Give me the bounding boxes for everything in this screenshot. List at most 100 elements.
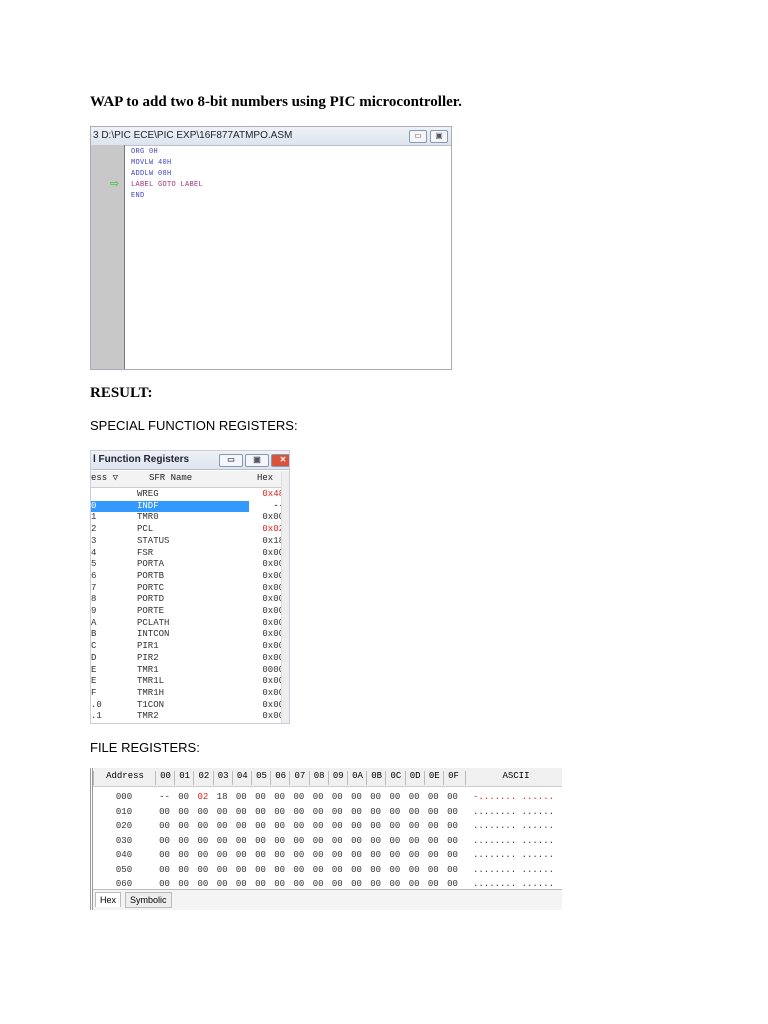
register-value[interactable]: 00	[251, 865, 270, 875]
sfr-row[interactable]: D PIR2 0x00	[91, 653, 284, 664]
close-button[interactable]: ✕	[271, 454, 289, 467]
register-value[interactable]: 00	[251, 850, 270, 860]
register-value[interactable]: 00	[251, 792, 270, 802]
sfr-row[interactable]: 8 PORTD 0x00	[91, 594, 284, 605]
register-value[interactable]: 00	[385, 821, 404, 831]
register-value[interactable]: 00	[443, 792, 462, 802]
register-value[interactable]: 00	[232, 836, 251, 846]
register-value[interactable]: 00	[213, 879, 232, 889]
register-value[interactable]: 00	[155, 879, 174, 889]
sfr-row[interactable]: .0 T1CON 0x00	[91, 700, 284, 711]
sfr-row[interactable]: E TMR1 0000	[91, 665, 284, 676]
register-value[interactable]: 00	[405, 821, 424, 831]
sfr-row[interactable]: 4 FSR 0x00	[91, 548, 284, 559]
register-value[interactable]: 00	[270, 850, 289, 860]
sfr-row[interactable]: WREG 0x48	[91, 489, 284, 500]
register-value[interactable]: 00	[309, 792, 328, 802]
register-value[interactable]: 00	[328, 807, 347, 817]
register-value[interactable]: 00	[193, 865, 212, 875]
register-value[interactable]: 18	[213, 792, 232, 802]
register-value[interactable]: 00	[251, 807, 270, 817]
register-value[interactable]: 00	[251, 879, 270, 889]
register-value[interactable]: 00	[174, 879, 193, 889]
scrollbar[interactable]	[281, 471, 289, 723]
register-value[interactable]: 00	[366, 821, 385, 831]
sfr-row[interactable]: B INTCON 0x00	[91, 629, 284, 640]
register-value[interactable]: 00	[424, 865, 443, 875]
register-value[interactable]: 00	[213, 807, 232, 817]
register-value[interactable]: 00	[213, 836, 232, 846]
sfr-row[interactable]: 7 PORTC 0x00	[91, 583, 284, 594]
sfr-row[interactable]: F TMR1H 0x00	[91, 688, 284, 699]
register-value[interactable]: 00	[366, 792, 385, 802]
register-value[interactable]: 00	[405, 865, 424, 875]
register-value[interactable]: 00	[289, 807, 308, 817]
register-value[interactable]: 00	[309, 821, 328, 831]
register-value[interactable]: 00	[309, 865, 328, 875]
code-line[interactable]: LABEL GOTO LABEL	[131, 181, 203, 189]
register-value[interactable]: 00	[289, 879, 308, 889]
register-value[interactable]: 00	[193, 879, 212, 889]
register-value[interactable]: 00	[347, 792, 366, 802]
sfr-row[interactable]: 1 TMR0 0x00	[91, 512, 284, 523]
code-line[interactable]: ADDLW 08H	[131, 170, 172, 178]
register-value[interactable]: 00	[232, 865, 251, 875]
sfr-row[interactable]: 3 STATUS 0x18	[91, 536, 284, 547]
register-value[interactable]: 00	[232, 821, 251, 831]
register-value[interactable]: 00	[385, 850, 404, 860]
register-value[interactable]: 00	[385, 792, 404, 802]
register-value[interactable]: 00	[251, 821, 270, 831]
register-value[interactable]: 00	[270, 836, 289, 846]
register-value[interactable]: 00	[251, 836, 270, 846]
register-value[interactable]: 00	[443, 807, 462, 817]
register-value[interactable]: 00	[174, 821, 193, 831]
maximize-button[interactable]: ▣	[430, 130, 448, 143]
register-value[interactable]: 00	[424, 792, 443, 802]
register-value[interactable]: 00	[328, 850, 347, 860]
register-value[interactable]: 00	[328, 836, 347, 846]
register-value[interactable]: 00	[213, 821, 232, 831]
register-value[interactable]: 00	[270, 821, 289, 831]
sfr-row[interactable]: E TMR1L 0x00	[91, 676, 284, 687]
register-value[interactable]: 00	[405, 792, 424, 802]
minimize-button[interactable]: ▭	[219, 454, 243, 467]
register-value[interactable]: 00	[232, 792, 251, 802]
register-value[interactable]: 00	[385, 879, 404, 889]
register-value[interactable]: 00	[443, 821, 462, 831]
register-value[interactable]: 00	[366, 850, 385, 860]
register-value[interactable]: 00	[424, 821, 443, 831]
register-value[interactable]: 00	[270, 879, 289, 889]
register-value[interactable]: 00	[174, 807, 193, 817]
register-value[interactable]: 00	[328, 821, 347, 831]
register-value[interactable]: 00	[347, 850, 366, 860]
sfr-row[interactable]: .1 TMR2 0x00	[91, 711, 284, 722]
register-value[interactable]: 00	[155, 821, 174, 831]
register-value[interactable]: 00	[385, 865, 404, 875]
register-value[interactable]: 00	[309, 836, 328, 846]
register-value[interactable]: 00	[193, 807, 212, 817]
code-line[interactable]: ORG 0H	[131, 148, 158, 156]
minimize-button[interactable]: ▭	[409, 130, 427, 143]
register-value[interactable]: 00	[366, 807, 385, 817]
register-value[interactable]: 00	[328, 865, 347, 875]
register-value[interactable]: 00	[193, 850, 212, 860]
register-value[interactable]: 00	[405, 836, 424, 846]
register-value[interactable]: 00	[232, 807, 251, 817]
register-value[interactable]: 00	[213, 865, 232, 875]
sfr-row[interactable]: 9 PORTE 0x00	[91, 606, 284, 617]
sfr-row[interactable]: 0 INDF --	[91, 500, 284, 512]
register-value[interactable]: 00	[347, 865, 366, 875]
register-value[interactable]: 00	[309, 879, 328, 889]
register-value[interactable]: 00	[385, 807, 404, 817]
tab-symbolic[interactable]: Symbolic	[125, 892, 172, 908]
register-value[interactable]: 00	[328, 792, 347, 802]
register-value[interactable]: 00	[155, 850, 174, 860]
register-value[interactable]: 00	[270, 792, 289, 802]
hex-column-header[interactable]: Hex	[257, 473, 273, 483]
register-value[interactable]: 00	[443, 836, 462, 846]
register-value[interactable]: 00	[213, 850, 232, 860]
register-value[interactable]: 00	[443, 879, 462, 889]
register-value[interactable]: 00	[155, 865, 174, 875]
address-column-header[interactable]: ess ▽	[91, 473, 118, 483]
register-value[interactable]: 00	[193, 821, 212, 831]
